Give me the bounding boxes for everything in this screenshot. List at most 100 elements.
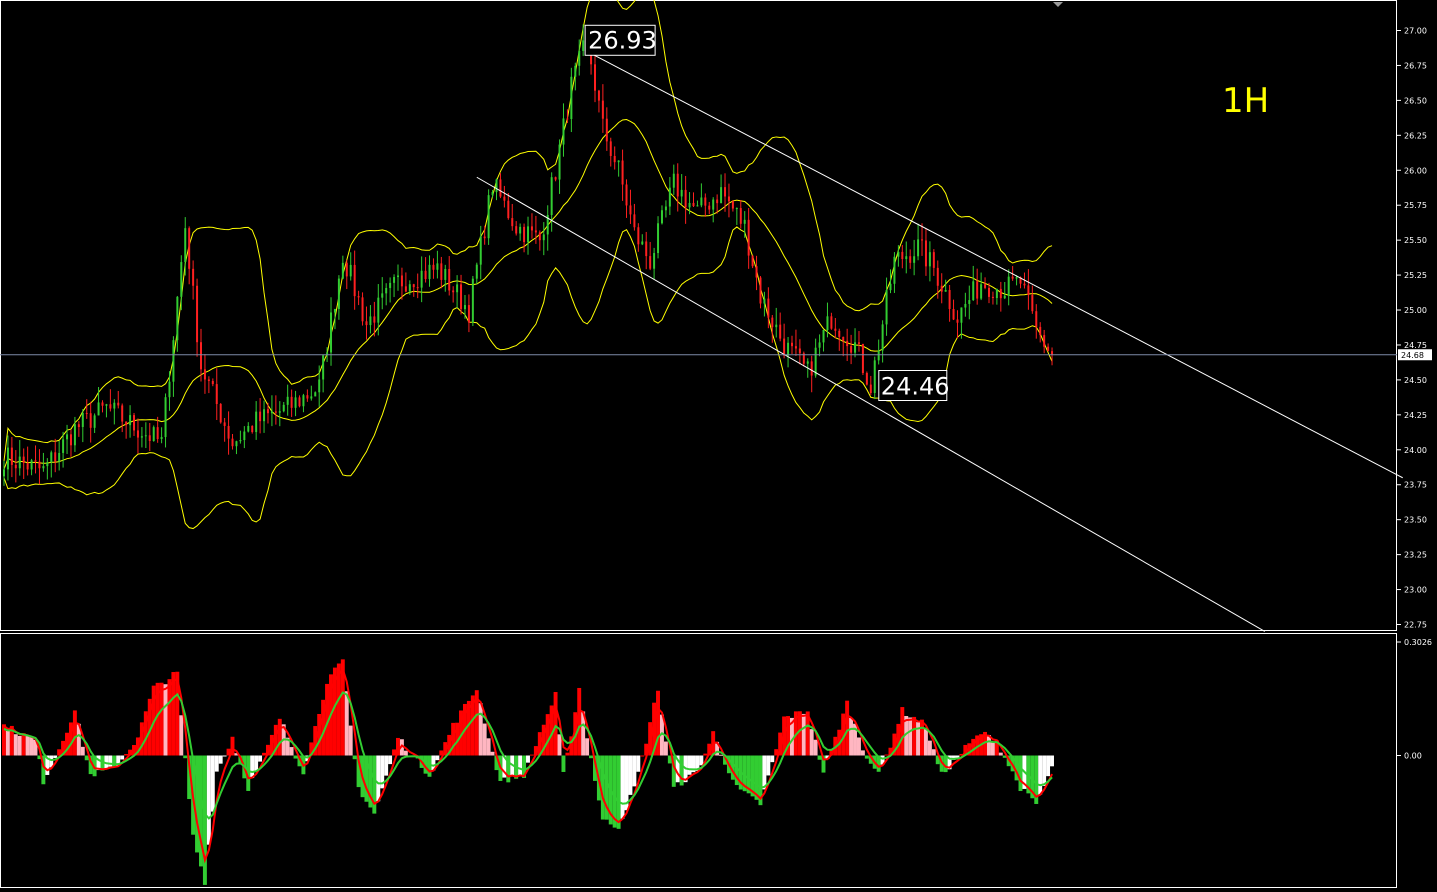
candle-body — [14, 464, 17, 469]
candle-body — [1039, 326, 1042, 336]
price-tick-label: 23.50 — [1404, 516, 1427, 525]
candle-body — [156, 427, 159, 440]
histogram-bar — [620, 755, 625, 819]
candle-body — [530, 226, 533, 231]
histogram-bar — [526, 755, 530, 763]
candle-body — [865, 372, 868, 385]
candle-body — [357, 296, 360, 298]
bollinger-middle-band — [3, 119, 1053, 470]
histogram-bar — [703, 753, 708, 756]
candle-body — [412, 284, 415, 288]
candle-body — [140, 436, 143, 438]
candle-body — [30, 460, 33, 470]
price-panel-frame — [0, 0, 1397, 631]
candle-body — [696, 205, 699, 207]
candle-body — [361, 297, 364, 322]
candle-body — [850, 346, 853, 353]
candle-body — [861, 343, 864, 373]
candle-body — [999, 288, 1002, 299]
histogram-bar — [900, 707, 905, 756]
channel-trendlines[interactable] — [476, 51, 1403, 632]
histogram-bar — [860, 750, 865, 756]
candle-body — [684, 189, 687, 208]
histogram-bar — [293, 755, 298, 759]
candle-body — [1023, 283, 1026, 286]
candle-body — [215, 384, 218, 404]
candle-body — [58, 452, 61, 462]
candle-body — [420, 270, 423, 288]
candle-body — [298, 397, 301, 407]
candle-body — [341, 262, 344, 279]
candle-body — [984, 284, 987, 288]
histogram-bar — [923, 728, 928, 756]
candle-body — [26, 462, 29, 470]
histogram-bar — [817, 755, 822, 760]
candle-body — [680, 189, 683, 197]
histogram-bar — [628, 755, 633, 795]
candle-body — [172, 340, 175, 382]
candle-body — [66, 434, 69, 440]
histogram-bar — [766, 755, 771, 776]
candle-body — [97, 402, 100, 416]
candle-body — [3, 469, 5, 477]
candle-body — [188, 228, 191, 269]
histogram-bar — [84, 755, 89, 761]
candle-body — [314, 392, 317, 397]
candle-body — [196, 285, 199, 343]
candle-body — [393, 277, 396, 283]
histogram-bar — [392, 749, 396, 756]
candle-body — [231, 438, 234, 447]
candle-body — [475, 264, 478, 279]
indicator-axis: 0.3026 0.00 — [1397, 638, 1432, 761]
histogram-bar — [72, 710, 77, 756]
lower-channel-line — [476, 176, 1266, 632]
trading-chart[interactable]: 27.00 26.75 26.50 26.25 26.00 25.75 25.50 25.25… — [0, 0, 1437, 888]
candle-body — [940, 285, 943, 292]
candle-body — [676, 173, 679, 197]
candle-body — [144, 435, 147, 437]
histogram-bar — [29, 737, 34, 756]
price-tick-label: 26.75 — [1404, 61, 1427, 70]
candle-body — [495, 179, 498, 193]
high-annotation: 26.93 — [584, 24, 657, 56]
candle-body — [688, 202, 691, 208]
candle-body — [1011, 276, 1014, 279]
candle-body — [806, 361, 809, 364]
candle-body — [235, 441, 238, 447]
oscillator-histogram — [2, 659, 1054, 885]
chart-canvas[interactable]: 27.00 26.75 26.50 26.25 26.00 25.75 25.50 25.25… — [0, 0, 1437, 888]
candle-body — [133, 415, 136, 431]
histogram-bar — [344, 691, 349, 756]
candle-body — [783, 338, 786, 356]
candle-body — [408, 284, 411, 292]
candle-body — [704, 197, 707, 206]
histogram-bar — [640, 755, 645, 757]
scroll-marker-icon[interactable] — [1053, 2, 1063, 7]
candle-body — [594, 64, 596, 91]
candle-body — [554, 177, 557, 180]
candle-body — [424, 270, 427, 280]
candle-body — [822, 330, 825, 343]
candle-body — [901, 251, 904, 260]
histogram-bar — [124, 754, 129, 756]
histogram-bar — [478, 703, 483, 756]
candle-body — [337, 278, 340, 310]
histogram-bar — [813, 739, 818, 756]
histogram-bar — [636, 755, 641, 772]
candle-body — [152, 427, 155, 441]
candle-body — [117, 402, 120, 406]
candle-body — [290, 396, 293, 408]
candle-body — [440, 263, 443, 280]
candle-body — [842, 336, 845, 341]
candle-body — [184, 228, 187, 263]
candle-body — [668, 187, 671, 207]
candle-body — [373, 316, 376, 323]
candle-body — [38, 461, 41, 469]
histogram-bar — [80, 746, 85, 756]
histogram-bar — [845, 700, 850, 756]
histogram-bar — [529, 754, 534, 756]
candle-body — [917, 239, 920, 257]
candle-body — [286, 396, 289, 405]
histogram-bar — [912, 716, 917, 756]
candle-body — [247, 425, 250, 432]
